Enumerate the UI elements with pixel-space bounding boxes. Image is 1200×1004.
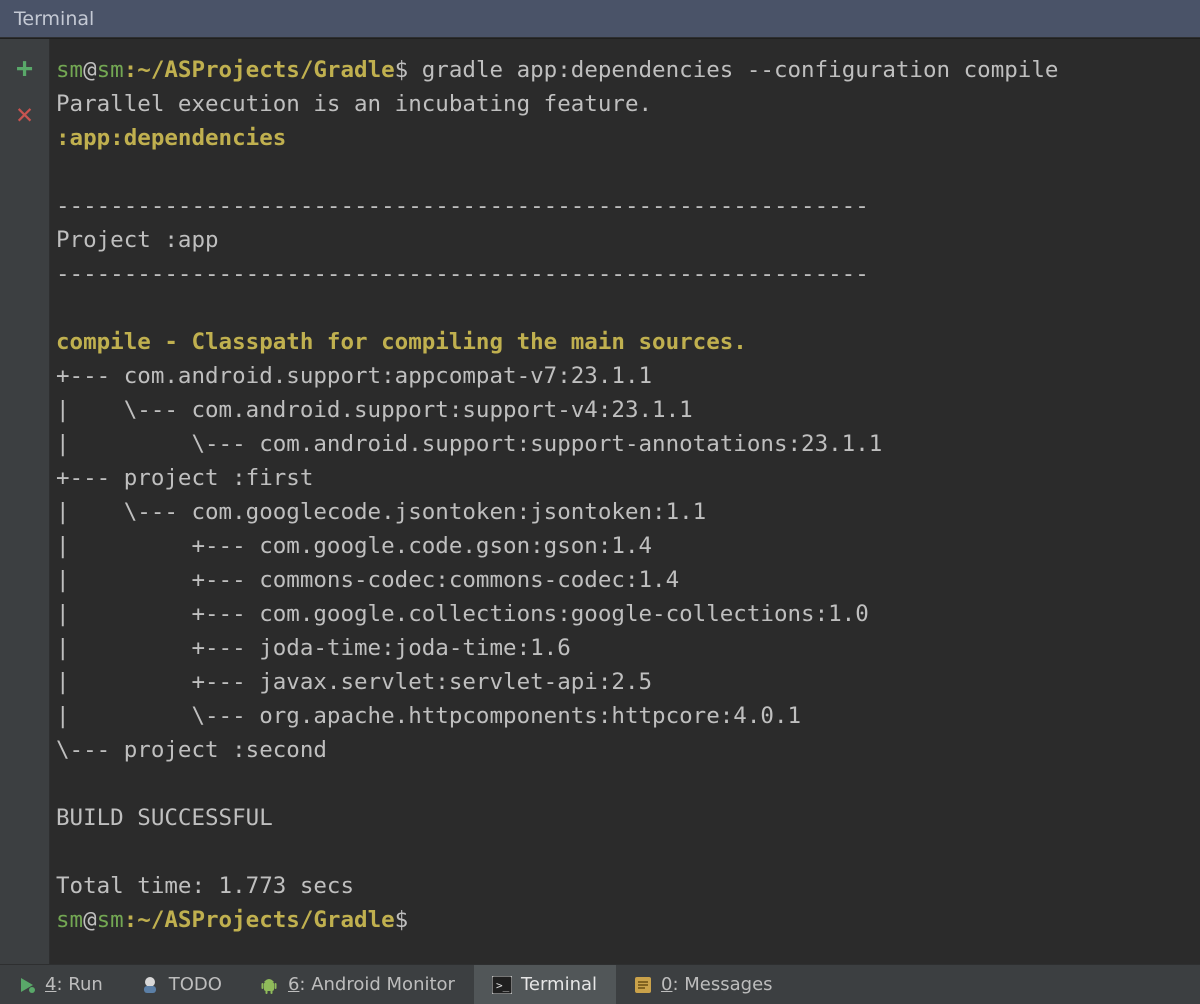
build-time: Total time: 1.773 secs (56, 873, 354, 899)
run-icon (18, 976, 36, 994)
new-session-button[interactable]: + (10, 53, 40, 83)
output-rule2: ----------------------------------------… (56, 261, 869, 287)
dep-line: +--- com.android.support:appcompat-v7:23… (56, 363, 652, 389)
prompt-user: sm (56, 57, 83, 83)
tab-messages[interactable]: 0: Messages (616, 965, 792, 1004)
tab-monitor-label: : Android Monitor (299, 974, 455, 995)
prompt-colon: : (124, 57, 138, 83)
tab-terminal-label: Terminal (521, 974, 597, 995)
prompt-user2: sm (56, 907, 83, 933)
android-icon (259, 975, 279, 995)
bottom-tool-bar: 4: Run TODO 6: Android Monitor (0, 964, 1200, 1004)
dep-line: | \--- com.android.support:support-annot… (56, 431, 882, 457)
tab-run-label: : Run (56, 974, 102, 995)
output-rule: ----------------------------------------… (56, 193, 869, 219)
svg-text:>_: >_ (496, 979, 510, 992)
dep-line: | +--- commons-codec:commons-codec:1.4 (56, 567, 679, 593)
output-compile: compile - Classpath for compiling the ma… (56, 329, 747, 355)
tab-android-monitor[interactable]: 6: Android Monitor (241, 965, 474, 1004)
prompt-at2: @ (83, 907, 97, 933)
messages-icon (634, 976, 652, 994)
prompt-colon2: : (124, 907, 138, 933)
build-success: BUILD SUCCESSFUL (56, 805, 273, 831)
tab-messages-key: 0 (661, 974, 672, 995)
tab-run[interactable]: 4: Run (0, 965, 122, 1004)
tab-todo[interactable]: TODO (122, 965, 241, 1004)
prompt-dollar2: $ (395, 907, 409, 933)
prompt-host: sm (97, 57, 124, 83)
prompt-host2: sm (97, 907, 124, 933)
prompt-at: @ (83, 57, 97, 83)
terminal-panel: Terminal + ✕ sm@sm:~/ASProjects/Gradle$ … (0, 0, 1200, 1004)
dep-line: +--- project :first (56, 465, 313, 491)
command-text: gradle app:dependencies --configuration … (408, 57, 1058, 83)
terminal-body: + ✕ sm@sm:~/ASProjects/Gradle$ gradle ap… (0, 38, 1200, 964)
output-project: Project :app (56, 227, 219, 253)
terminal-icon: >_ (492, 976, 512, 994)
dep-line: | +--- javax.servlet:servlet-api:2.5 (56, 669, 652, 695)
tab-todo-label: TODO (169, 974, 222, 995)
output-line: Parallel execution is an incubating feat… (56, 91, 652, 117)
dep-line: \--- project :second (56, 737, 327, 763)
tab-run-key: 4 (45, 974, 56, 995)
prompt-dollar: $ (395, 57, 409, 83)
terminal-gutter: + ✕ (0, 39, 50, 964)
dep-line: | +--- com.google.collections:google-col… (56, 601, 869, 627)
output-task: :app:dependencies (56, 125, 286, 151)
tab-terminal[interactable]: >_ Terminal (474, 965, 616, 1004)
terminal-title: Terminal (14, 8, 94, 30)
dep-line: | +--- com.google.code.gson:gson:1.4 (56, 533, 652, 559)
prompt-path2: ~/ASProjects/Gradle (137, 907, 394, 933)
close-icon: ✕ (16, 100, 33, 128)
prompt-path: ~/ASProjects/Gradle (137, 57, 394, 83)
dep-line: | \--- org.apache.httpcomponents:httpcor… (56, 703, 801, 729)
tab-monitor-key: 6 (288, 974, 299, 995)
close-session-button[interactable]: ✕ (10, 99, 40, 129)
tab-messages-label: : Messages (672, 974, 772, 995)
terminal-title-bar: Terminal (0, 0, 1200, 38)
dep-line: | \--- com.googlecode.jsontoken:jsontoke… (56, 499, 706, 525)
dep-line: | +--- joda-time:joda-time:1.6 (56, 635, 571, 661)
plus-icon: + (16, 54, 33, 82)
todo-icon (140, 975, 160, 995)
terminal-output[interactable]: sm@sm:~/ASProjects/Gradle$ gradle app:de… (50, 39, 1200, 964)
dep-line: | \--- com.android.support:support-v4:23… (56, 397, 693, 423)
